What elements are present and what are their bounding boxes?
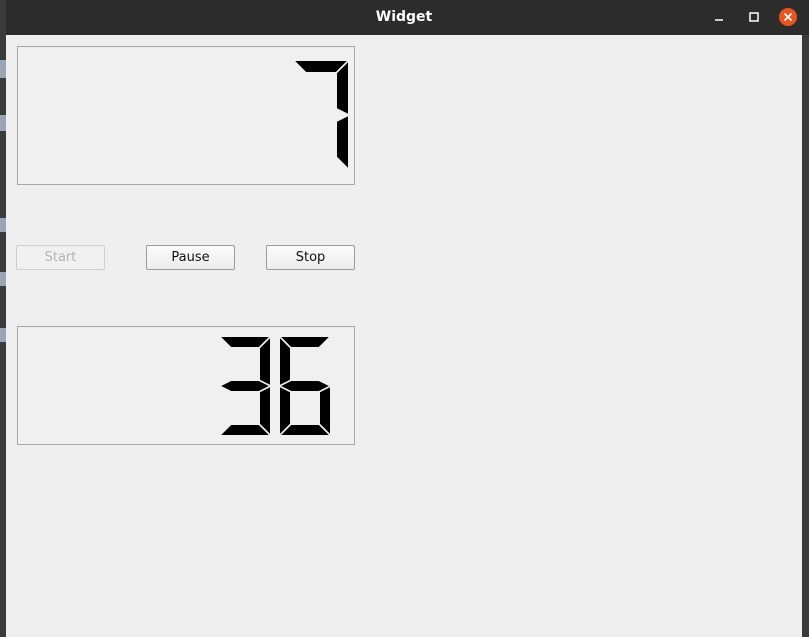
lcd-segment xyxy=(320,387,330,434)
lcd-digits xyxy=(221,337,330,435)
maximize-button[interactable] xyxy=(745,8,763,26)
window-title: Widget xyxy=(375,9,433,25)
lcd-number-bottom xyxy=(17,326,355,445)
maximize-icon xyxy=(749,12,759,22)
minimize-button[interactable] xyxy=(710,8,728,26)
lcd-segment xyxy=(281,425,329,435)
lcd-digit xyxy=(221,337,270,435)
lcd-segment xyxy=(260,338,270,385)
lcd-segment xyxy=(280,387,290,434)
widget-window: Widget Start Pause Stop xyxy=(6,0,802,637)
stop-button[interactable]: Stop xyxy=(266,245,355,270)
lcd-digits xyxy=(295,61,348,168)
lcd-segment xyxy=(281,337,329,347)
lcd-segment xyxy=(337,62,348,114)
desktop-background-right xyxy=(802,35,809,637)
titlebar: Widget xyxy=(6,0,802,35)
lcd-segment xyxy=(281,381,329,391)
lcd-segment xyxy=(295,61,347,72)
minimize-icon xyxy=(715,19,723,21)
lcd-digit xyxy=(280,337,330,435)
lcd-segment xyxy=(260,387,270,434)
lcd-segment xyxy=(280,338,290,385)
lcd-segment xyxy=(221,381,269,391)
lcd-segment xyxy=(221,337,269,347)
pause-button[interactable]: Pause xyxy=(146,245,235,270)
lcd-segment xyxy=(221,425,269,435)
close-button[interactable] xyxy=(779,8,797,26)
lcd-number-top xyxy=(17,46,355,185)
lcd-segment xyxy=(337,116,348,168)
lcd-digit xyxy=(295,61,348,168)
close-icon xyxy=(783,12,793,22)
start-button[interactable]: Start xyxy=(16,245,105,270)
